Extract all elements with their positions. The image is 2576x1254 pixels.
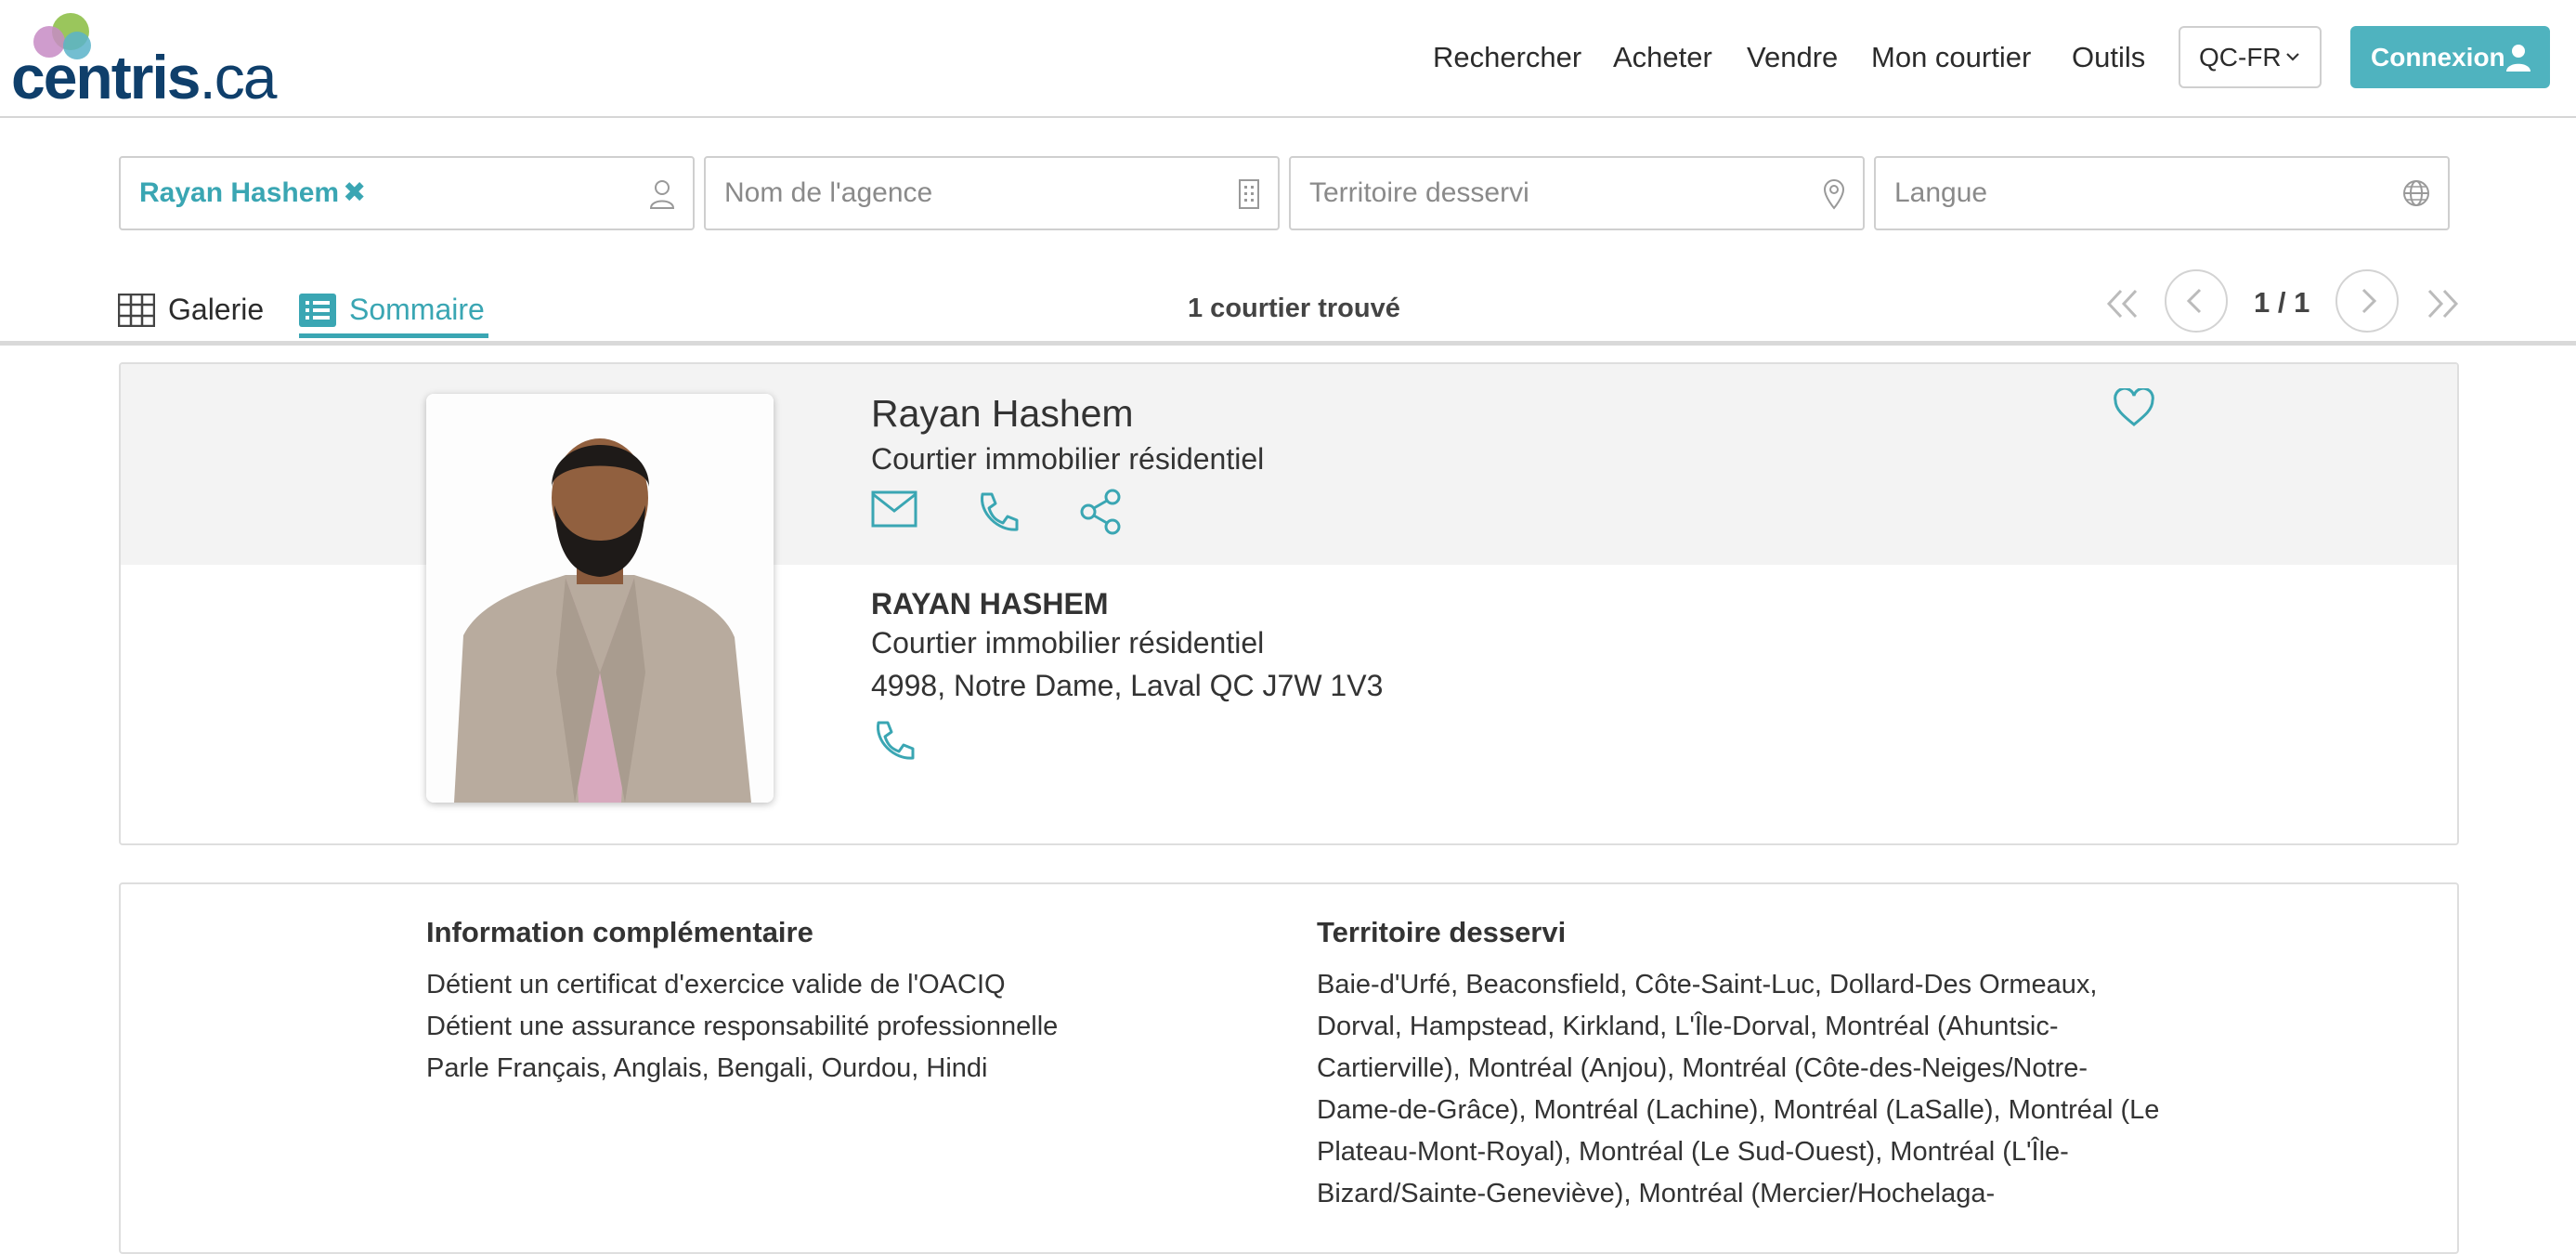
site-header: centris.ca Rechercher Acheter Vendre Mon… <box>0 0 2576 118</box>
broker-name-filter[interactable]: Rayan Hashem ✖ <box>119 156 695 230</box>
next-page-button[interactable] <box>2335 269 2399 333</box>
territory-placeholder: Territoire desservi <box>1309 177 1529 208</box>
language-label: QC-FR <box>2199 43 2282 72</box>
phone-icon-secondary[interactable] <box>871 717 917 764</box>
info-heading: Information complémentaire <box>426 916 813 948</box>
favorite-heart-icon[interactable] <box>2113 388 2155 427</box>
map-pin-icon <box>1823 179 1845 210</box>
language-selector[interactable]: QC-FR <box>2179 26 2322 88</box>
chevron-left-icon <box>2186 288 2202 314</box>
language-placeholder: Langue <box>1894 177 1988 208</box>
result-count: 1 courtier trouvé <box>1188 294 1400 323</box>
tab-sommaire-label: Sommaire <box>349 293 485 326</box>
broker-title-secondary: Courtier immobilier résidentiel <box>871 626 1265 660</box>
broker-title: Courtier immobilier résidentiel <box>871 442 1265 476</box>
broker-chip[interactable]: Rayan Hashem ✖ <box>139 177 366 208</box>
language-filter[interactable]: Langue <box>1874 156 2450 230</box>
nav-rechercher[interactable]: Rechercher <box>1433 37 1581 78</box>
territory-text: Baie-d'Urfé, Beaconsfield, Côte-Saint-Lu… <box>1317 970 2160 1208</box>
chevron-right-icon <box>2361 288 2377 314</box>
building-icon <box>1239 179 1259 209</box>
info-line: Détient un certificat d'exercice valide … <box>426 970 1006 999</box>
info-line: Parle Français, Anglais, Bengali, Ourdou… <box>426 1053 988 1083</box>
tab-galerie-label: Galerie <box>168 293 265 326</box>
nav-outils[interactable]: Outils <box>2072 37 2145 78</box>
phone-icon[interactable] <box>975 489 1021 535</box>
nav-mon-courtier[interactable]: Mon courtier <box>1871 37 2031 78</box>
territory-filter[interactable]: Territoire desservi <box>1289 156 1865 230</box>
additional-info-card: Information complémentaire Détient un ce… <box>119 882 2459 1254</box>
last-page-icon[interactable] <box>2424 288 2461 320</box>
globe-icon <box>2403 180 2429 206</box>
nav-vendre[interactable]: Vendre <box>1747 37 1838 78</box>
login-label: Connexion <box>2371 43 2505 72</box>
nav-acheter[interactable]: Acheter <box>1613 37 1712 78</box>
chevron-down-icon <box>2286 53 2299 61</box>
tab-galerie[interactable]: Galerie <box>118 288 276 338</box>
broker-photo[interactable] <box>426 394 774 803</box>
person-icon <box>649 180 675 209</box>
broker-card: Rayan Hashem Courtier immobilier résiden… <box>119 362 2459 845</box>
centris-logo[interactable]: centris.ca <box>9 9 277 110</box>
info-lines: Détient un certificat d'exercice valide … <box>426 964 1262 1090</box>
territory-heading: Territoire desservi <box>1317 916 1567 948</box>
broker-name-upper: RAYAN HASHEM <box>871 587 1109 620</box>
info-line: Détient une assurance responsabilité pro… <box>426 1012 1059 1041</box>
user-icon <box>2506 45 2530 72</box>
login-button[interactable]: Connexion <box>2350 26 2550 88</box>
first-page-icon[interactable] <box>2104 288 2141 320</box>
tab-sommaire[interactable]: Sommaire <box>299 288 488 338</box>
grid-icon <box>118 294 155 327</box>
agency-placeholder: Nom de l'agence <box>724 177 933 208</box>
broker-name[interactable]: Rayan Hashem <box>871 392 1134 436</box>
list-icon <box>299 294 336 327</box>
remove-chip-icon[interactable]: ✖ <box>343 177 366 208</box>
agency-filter[interactable]: Nom de l'agence <box>704 156 1280 230</box>
email-icon[interactable] <box>871 490 917 528</box>
share-icon[interactable] <box>1079 489 1122 535</box>
tabs-divider <box>0 341 2576 346</box>
broker-address: 4998, Notre Dame, Laval QC J7W 1V3 <box>871 669 1384 702</box>
logo-wordmark: centris.ca <box>11 43 277 111</box>
page-indicator: 1 / 1 <box>2254 286 2310 319</box>
broker-portrait <box>426 394 774 803</box>
previous-page-button[interactable] <box>2165 269 2228 333</box>
